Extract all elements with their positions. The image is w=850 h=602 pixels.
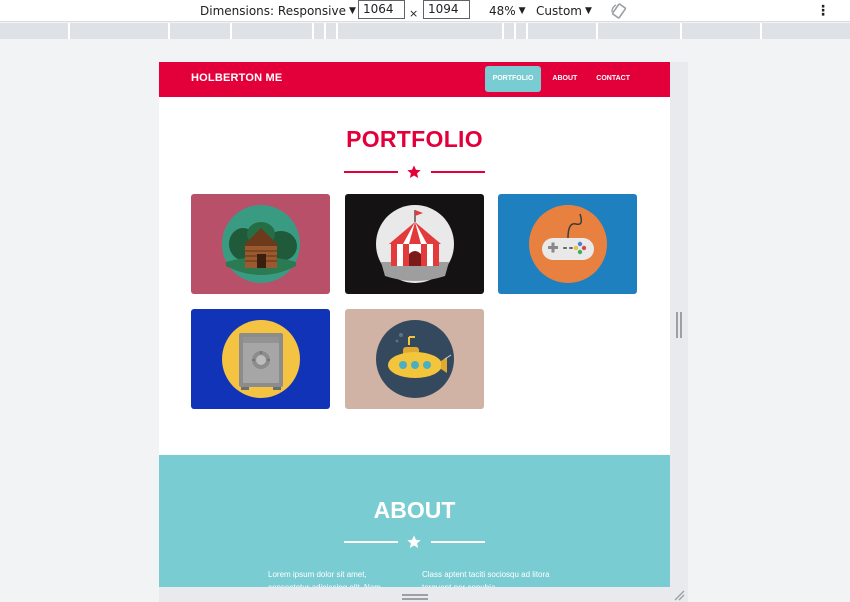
breakpoint-marker (680, 23, 682, 39)
portfolio-tile-safe[interactable] (191, 309, 330, 409)
breakpoint-marker (168, 23, 170, 39)
breakpoint-marker (324, 23, 326, 39)
about-divider (344, 534, 485, 548)
breakpoint-marker (514, 23, 516, 39)
resize-handle-bottom[interactable] (402, 594, 428, 600)
star-icon (407, 165, 421, 178)
portfolio-tile-submarine[interactable] (345, 309, 484, 409)
brand-logo[interactable]: HOLBERTON ME (191, 72, 282, 84)
site-header: HOLBERTON ME PORTFOLIO ABOUT CONTACT (159, 62, 670, 97)
nav-contact[interactable]: CONTACT (588, 66, 638, 92)
breakpoint-marker (312, 23, 314, 39)
breakpoint-marker (502, 23, 504, 39)
chevron-down-icon: ▼ (584, 6, 592, 16)
breakpoint-marker (230, 23, 232, 39)
chevron-down-icon: ▼ (348, 6, 356, 16)
divider-line (431, 171, 485, 173)
star-icon (407, 535, 421, 548)
portfolio-divider (344, 164, 485, 178)
about-section: ABOUT Lorem ipsum dolor sit amet, consec… (159, 455, 670, 587)
divider-line (431, 541, 485, 543)
submarine-icon (375, 320, 454, 398)
breakpoint-marker (68, 23, 70, 39)
more-options-icon[interactable]: ⋮ (816, 0, 830, 22)
about-text-left: Lorem ipsum dolor sit amet, consectetur … (268, 570, 381, 587)
circus-tent-icon (375, 205, 454, 283)
rotate-icon[interactable] (610, 0, 628, 22)
nav-portfolio[interactable]: PORTFOLIO (484, 66, 542, 92)
cabin-icon (221, 205, 300, 283)
divider-line (344, 171, 398, 173)
nav-about[interactable]: ABOUT (544, 66, 585, 92)
chevron-down-icon: ▼ (518, 6, 526, 16)
devtools-toolbar: Dimensions: Responsive ▼ 1064 × 1094 48%… (0, 0, 850, 22)
times-label: × (409, 7, 419, 20)
portfolio-title: PORTFOLIO (346, 126, 483, 152)
breakpoint-marker (760, 23, 762, 39)
breakpoint-marker (336, 23, 338, 39)
breakpoint-marker (596, 23, 598, 39)
emulated-viewport: HOLBERTON ME PORTFOLIO ABOUT CONTACT POR… (159, 62, 670, 587)
portfolio-tile-controller[interactable] (498, 194, 637, 294)
safe-icon (221, 320, 300, 398)
about-title: ABOUT (373, 497, 456, 523)
media-query-ruler[interactable] (0, 23, 850, 39)
throttle-dropdown[interactable]: Custom ▼ (536, 0, 592, 22)
main-nav: PORTFOLIO ABOUT CONTACT (482, 66, 638, 92)
portfolio-tile-circus[interactable] (345, 194, 484, 294)
width-input[interactable]: 1064 (358, 0, 405, 19)
portfolio-tile-cabin[interactable] (191, 194, 330, 294)
game-controller-icon (528, 205, 607, 283)
zoom-label: 48% (489, 4, 516, 18)
resize-handle-right[interactable] (676, 312, 682, 338)
about-text-right: Class aptent taciti sociosqu ad litora t… (422, 570, 550, 587)
height-input[interactable]: 1094 (423, 0, 470, 19)
resize-corner-icon[interactable] (673, 589, 685, 601)
throttle-label: Custom (536, 4, 582, 18)
divider-line (344, 541, 398, 543)
dimensions-label: Dimensions: Responsive (200, 4, 346, 18)
dimensions-dropdown[interactable]: Dimensions: Responsive ▼ (200, 0, 356, 22)
zoom-dropdown[interactable]: 48% ▼ (489, 0, 526, 22)
breakpoint-marker (526, 23, 528, 39)
